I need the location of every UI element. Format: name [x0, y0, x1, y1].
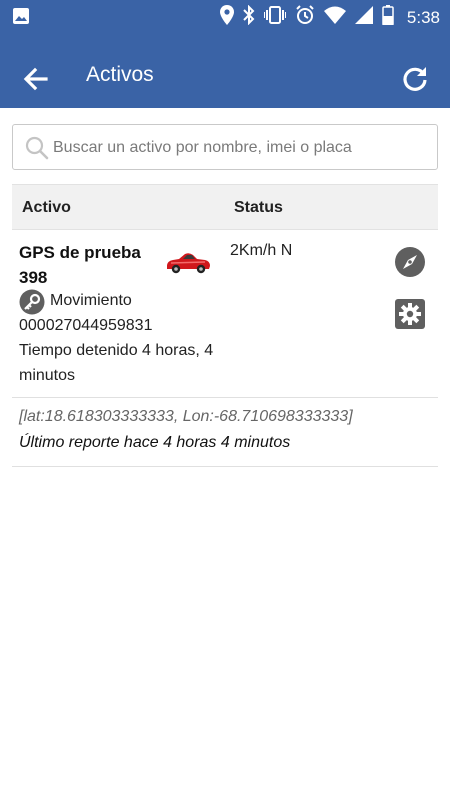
signal-icon	[354, 6, 373, 29]
speed-status: 2Km/h N	[230, 242, 293, 259]
table-header: Activo Status	[12, 184, 438, 230]
column-header-status: Status	[234, 199, 283, 216]
status-bar: 5:38	[0, 0, 450, 32]
image-icon	[12, 7, 30, 30]
table-row[interactable]: GPS de prueba 398 2Km/h N Movimiento 000…	[12, 230, 438, 398]
back-button[interactable]	[20, 64, 50, 94]
navigate-button[interactable]	[394, 246, 426, 283]
last-report: Último reporte hace 4 horas 4 minutos	[19, 434, 291, 451]
settings-button[interactable]	[395, 299, 425, 334]
vibrate-icon	[262, 6, 287, 29]
refresh-icon	[403, 67, 427, 91]
wifi-icon	[323, 6, 346, 29]
location-icon	[219, 5, 234, 30]
red-car-icon	[167, 253, 210, 274]
clock-time: 5:38	[406, 7, 440, 27]
location-row: [lat:18.618303333333, Lon:-68.7106983333…	[12, 398, 438, 467]
search-input[interactable]	[51, 125, 435, 171]
coordinates: [lat:18.618303333333, Lon:-68.7106983333…	[19, 408, 353, 425]
stopped-time: Tiempo detenido 4 horas, 4 minutos	[19, 342, 214, 384]
movement-label: Movimiento	[50, 292, 132, 309]
search-icon	[25, 136, 49, 160]
imei-value: 000027044959831	[19, 317, 153, 334]
search-box[interactable]	[12, 124, 438, 171]
page-title: Activos	[86, 63, 154, 86]
app-bar: Activos	[0, 32, 450, 108]
arrow-left-icon	[23, 67, 48, 91]
column-header-asset: Activo	[22, 199, 71, 216]
bluetooth-icon	[243, 4, 255, 30]
key-icon	[19, 289, 45, 315]
compass-navigation-icon	[395, 247, 425, 277]
refresh-button[interactable]	[400, 64, 430, 94]
battery-icon	[382, 5, 394, 30]
asset-name: GPS de prueba 398	[19, 243, 141, 287]
gear-icon	[395, 299, 425, 329]
alarm-icon	[295, 5, 315, 30]
